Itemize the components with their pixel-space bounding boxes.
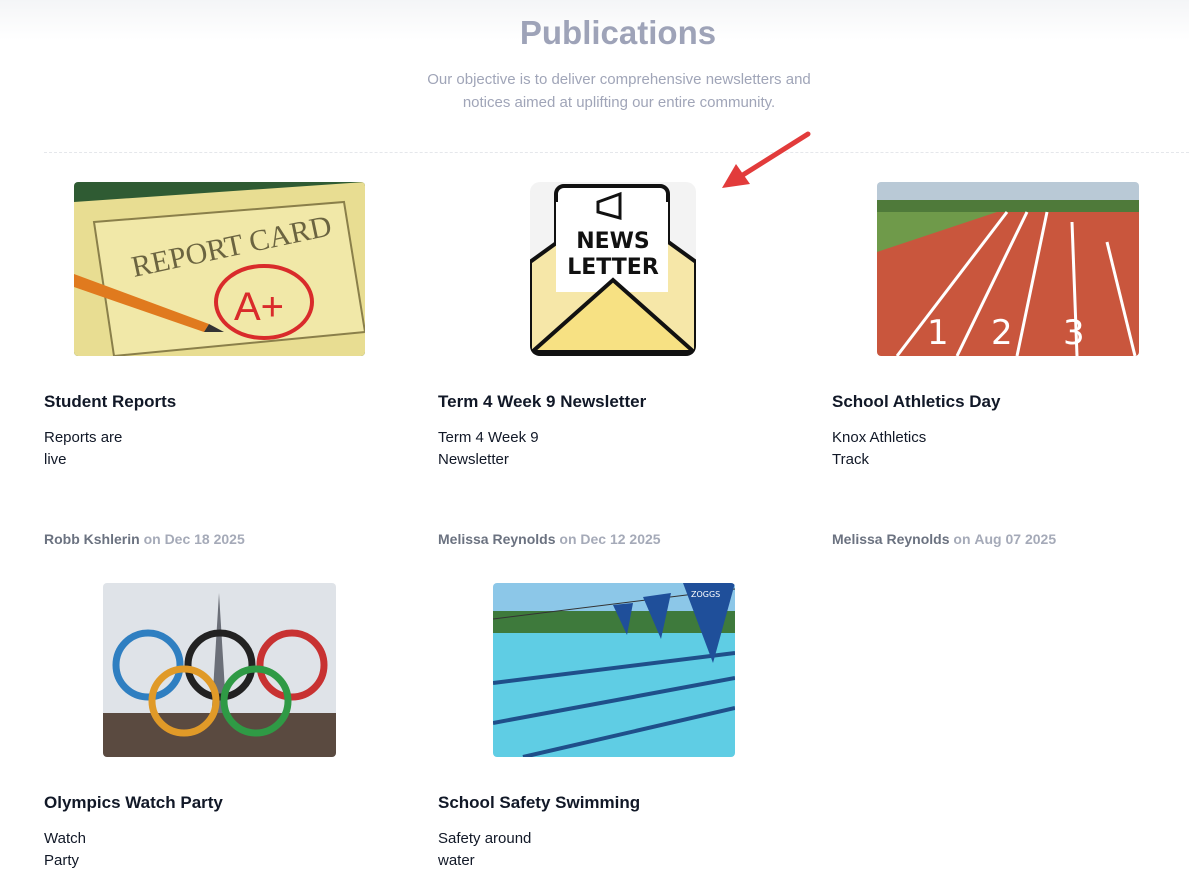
publication-meta: Melissa Reynolds on Dec 12 2025	[438, 531, 661, 547]
description-line: Term 4 Week 9	[438, 429, 539, 446]
publication-title-olympics[interactable]: Olympics Watch Party	[44, 793, 223, 813]
annotation-arrow-icon	[722, 131, 811, 188]
description-line: Knox Athletics	[832, 429, 927, 446]
publish-date: Dec 18 2025	[164, 531, 245, 547]
header-divider	[44, 152, 1189, 153]
newsletter-thumbnail[interactable]: NEWS LETTER	[530, 182, 696, 356]
meta-on: on	[143, 531, 161, 547]
description-line: water	[438, 852, 475, 869]
description-line: Party	[44, 852, 80, 869]
publication-description: Safety around water	[438, 828, 548, 872]
publication-title-swimming[interactable]: School Safety Swimming	[438, 793, 640, 813]
publication-description: Knox Athletics Track	[832, 427, 942, 471]
author-name: Melissa Reynolds	[438, 531, 556, 547]
publication-title-newsletter[interactable]: Term 4 Week 9 Newsletter	[438, 392, 646, 412]
publication-title-athletics[interactable]: School Athletics Day	[832, 392, 1000, 412]
publication-description: Term 4 Week 9 Newsletter	[438, 427, 548, 471]
description-line: Safety around	[438, 830, 532, 847]
newsletter-line2: LETTER	[567, 255, 659, 280]
meta-on: on	[559, 531, 577, 547]
publication-meta: Melissa Reynolds on Aug 07 2025	[832, 531, 1056, 547]
page-title: Publications	[519, 14, 717, 51]
description-line: Track	[832, 451, 869, 468]
author-name: Robb Kshlerin	[44, 531, 140, 547]
publish-date: Dec 12 2025	[580, 531, 661, 547]
meta-on: on	[953, 531, 971, 547]
flag-brand-text: ZOGGS	[691, 590, 720, 599]
page-subtitle: Our objective is to deliver comprehensiv…	[427, 71, 811, 111]
lane-number: 1	[927, 313, 949, 353]
olympics-thumbnail[interactable]	[103, 583, 336, 757]
swimming-thumbnail[interactable]: ZOGGS	[493, 583, 735, 757]
description-line: Watch	[44, 830, 86, 847]
lane-number: 2	[991, 313, 1013, 353]
lane-number: 3	[1063, 313, 1085, 353]
newsletter-line1: NEWS	[576, 229, 650, 254]
report-card-thumbnail[interactable]: REPORT CARD A+	[74, 182, 365, 356]
report-card-grade: A+	[234, 285, 284, 329]
publication-meta: Robb Kshlerin on Dec 18 2025	[44, 531, 245, 547]
description-line: Newsletter	[438, 451, 509, 468]
publication-title-student-reports[interactable]: Student Reports	[44, 392, 176, 412]
publication-description: Watch Party	[44, 828, 154, 872]
publication-description: Reports are live	[44, 427, 154, 471]
athletics-thumbnail[interactable]: 1 2 3	[877, 182, 1139, 356]
author-name: Melissa Reynolds	[832, 531, 950, 547]
description-line: live	[44, 451, 67, 468]
publish-date: Aug 07 2025	[974, 531, 1057, 547]
description-line: Reports are	[44, 429, 123, 446]
